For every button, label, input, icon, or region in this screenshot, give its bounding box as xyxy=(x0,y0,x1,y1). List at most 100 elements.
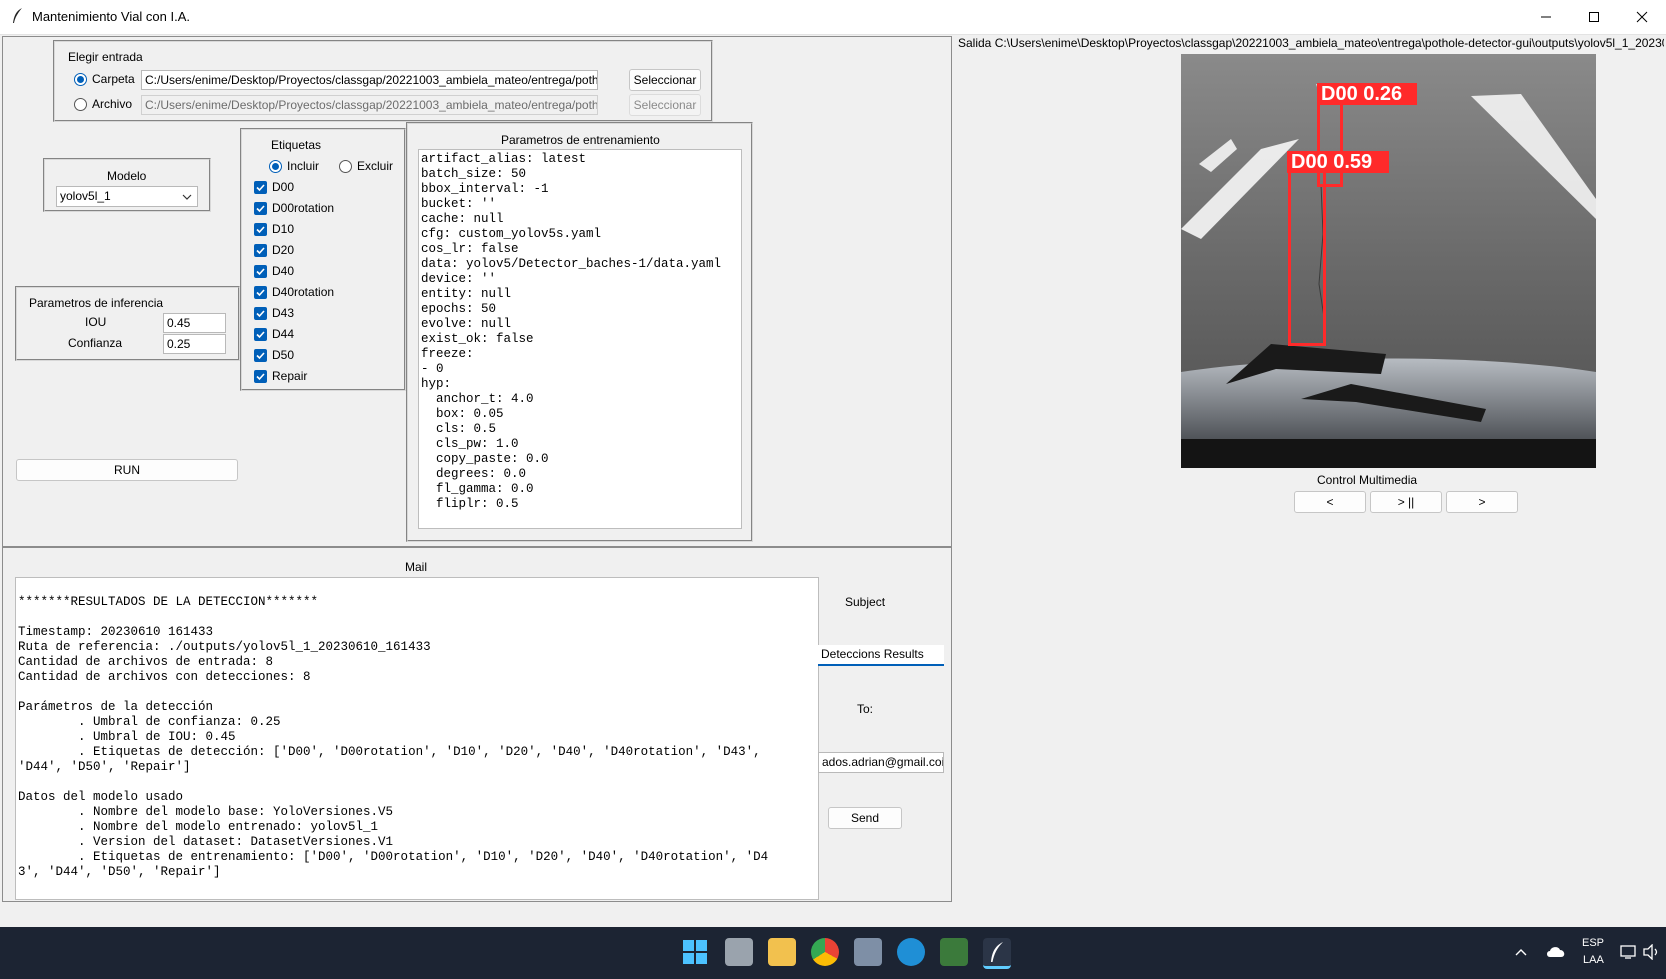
archivo-path-input[interactable]: C:/Users/enime/Desktop/Proyectos/classga… xyxy=(141,95,598,115)
mail-body-line: . Etiquetas de detección: ['D00', 'D00ro… xyxy=(18,745,761,759)
output-image: D00 0.26 D00 0.59 xyxy=(1181,54,1596,468)
label-checkbox-label: D00 xyxy=(272,180,295,194)
label-checkbox-d00rotation[interactable] xyxy=(254,202,267,215)
python-app-icon[interactable] xyxy=(983,938,1011,969)
include-radio[interactable] xyxy=(269,160,282,173)
mail-body-line: Cantidad de archivos de entrada: 8 xyxy=(18,655,274,669)
training-params-line: copy_paste: 0.0 xyxy=(421,452,549,466)
training-params-line: freeze: xyxy=(421,347,474,361)
edge-icon[interactable] xyxy=(897,938,925,966)
task-view-icon[interactable] xyxy=(725,938,753,966)
label-checkbox-label: D40rotation xyxy=(272,285,335,299)
subject-input[interactable]: Deteccions Results xyxy=(818,645,944,666)
label-checkbox-repair[interactable] xyxy=(254,370,267,383)
carpeta-select-button[interactable]: Seleccionar xyxy=(629,69,701,91)
carpeta-path-input[interactable]: C:/Users/enime/Desktop/Proyectos/classga… xyxy=(141,70,598,90)
label-checkbox-d00[interactable] xyxy=(254,181,267,194)
training-group: Parametros de entrenamiento artifact_ali… xyxy=(406,122,753,542)
chrome-icon[interactable] xyxy=(811,938,839,966)
model-group: Modelo yolov5l_1 xyxy=(43,158,211,212)
label-checkbox-label: D44 xyxy=(272,327,295,341)
mail-body-line: Parámetros de la detección xyxy=(18,700,214,714)
mail-body-line: Cantidad de archivos con detecciones: 8 xyxy=(18,670,311,684)
carpeta-radio[interactable] xyxy=(74,73,87,86)
training-params-line: fliplr: 0.5 xyxy=(421,497,519,511)
label-checkbox-d43[interactable] xyxy=(254,307,267,320)
mail-body-line: . Nombre del modelo entrenado: yolov5l_1 xyxy=(18,820,379,834)
check-icon xyxy=(256,205,265,213)
model-select-value: yolov5l_1 xyxy=(60,189,111,203)
mail-body-line: Datos del modelo usado xyxy=(18,790,184,804)
onedrive-icon[interactable] xyxy=(1545,944,1567,958)
model-select[interactable]: yolov5l_1 xyxy=(56,186,198,207)
run-button[interactable]: RUN xyxy=(16,459,238,481)
include-label: Incluir xyxy=(287,159,320,173)
input-group-title: Elegir entrada xyxy=(68,50,143,64)
chevron-down-icon xyxy=(182,194,192,200)
label-checkbox-d40[interactable] xyxy=(254,265,267,278)
next-button[interactable]: > xyxy=(1446,491,1518,513)
mail-body-line xyxy=(18,775,816,790)
label-checkbox-d10[interactable] xyxy=(254,223,267,236)
iou-input[interactable]: 0.45 xyxy=(163,313,226,333)
mail-body-line: . Umbral de IOU: 0.45 xyxy=(18,730,236,744)
training-params-line: artifact_alias: latest xyxy=(421,152,587,166)
to-input[interactable]: ados.adrian@gmail.coi xyxy=(818,752,944,773)
training-params-text[interactable]: artifact_alias: latest batch_size: 50 bbox… xyxy=(418,149,742,529)
play-pause-button[interactable]: > || xyxy=(1370,491,1442,513)
archivo-radio[interactable] xyxy=(74,98,87,111)
mail-body-line xyxy=(18,685,816,700)
label-checkbox-d50[interactable] xyxy=(254,349,267,362)
label-checkbox-d44[interactable] xyxy=(254,328,267,341)
detection-label: D00 0.26 xyxy=(1317,83,1417,105)
training-params-line: bbox_interval: -1 xyxy=(421,182,549,196)
training-params-line: box: 0.05 xyxy=(421,407,504,421)
inference-group: Parametros de inferencia IOU 0.45 Confia… xyxy=(15,286,240,361)
label-checkbox-label: Repair xyxy=(272,369,308,383)
mail-body-text[interactable]: *******RESULTADOS DE LA DETECCION*******… xyxy=(15,577,819,900)
exclude-label: Excluir xyxy=(357,159,394,173)
training-params-line: cls: 0.5 xyxy=(421,422,497,436)
chevron-up-icon[interactable] xyxy=(1515,948,1527,956)
label-checkbox-label: D10 xyxy=(272,222,295,236)
store-icon[interactable] xyxy=(940,938,968,966)
label-checkbox-d20[interactable] xyxy=(254,244,267,257)
maximize-icon xyxy=(1589,12,1599,22)
archivo-select-button[interactable]: Seleccionar xyxy=(629,94,701,116)
training-params-line: fl_gamma: 0.0 xyxy=(421,482,534,496)
check-icon xyxy=(256,247,265,255)
training-params-line: degrees: 0.0 xyxy=(421,467,527,481)
training-params-line: epochs: 50 xyxy=(421,302,497,316)
feather-icon xyxy=(13,8,22,23)
start-button[interactable] xyxy=(683,940,707,964)
confianza-input[interactable]: 0.25 xyxy=(163,334,226,354)
maximize-button[interactable] xyxy=(1570,0,1618,34)
label-checkbox-d40rotation[interactable] xyxy=(254,286,267,299)
label-checkbox-label: D43 xyxy=(272,306,295,320)
mail-body-line: *******RESULTADOS DE LA DETECCION******* xyxy=(18,595,319,609)
prev-button[interactable]: < xyxy=(1294,491,1366,513)
send-button[interactable]: Send xyxy=(828,807,902,829)
training-params-line: entity: null xyxy=(421,287,512,301)
close-button[interactable] xyxy=(1618,0,1666,34)
minimize-button[interactable] xyxy=(1522,0,1570,34)
model-group-title: Modelo xyxy=(107,169,147,183)
network-icon[interactable] xyxy=(1620,944,1638,960)
language-label[interactable]: ESP xyxy=(1582,937,1604,949)
photos-icon[interactable] xyxy=(854,938,882,966)
input-group: Elegir entrada Carpeta C:/Users/enime/De… xyxy=(53,40,713,122)
mail-body-line xyxy=(18,580,816,595)
exclude-radio[interactable] xyxy=(339,160,352,173)
file-explorer-icon[interactable] xyxy=(768,938,796,966)
training-params-line: data: yolov5/Detector_baches-1/data.yaml xyxy=(421,257,722,271)
training-params-line: cos_lr: false xyxy=(421,242,519,256)
to-label: To: xyxy=(857,702,874,716)
training-params-line: exist_ok: false xyxy=(421,332,534,346)
labels-group: Etiquetas Incluir Excluir D00 D00rotatio… xyxy=(240,128,406,391)
region-label[interactable]: LAA xyxy=(1583,954,1604,966)
labels-group-title: Etiquetas xyxy=(271,138,322,152)
output-path-label: Salida C:\Users\enime\Desktop\Proyectos\… xyxy=(958,36,1664,50)
volume-icon[interactable] xyxy=(1643,944,1661,960)
pane-divider xyxy=(2,546,952,548)
training-params-line: bucket: '' xyxy=(421,197,497,211)
